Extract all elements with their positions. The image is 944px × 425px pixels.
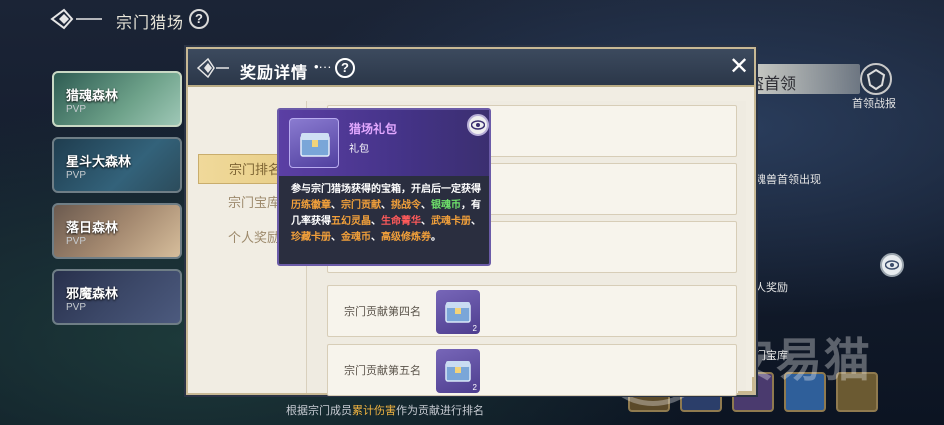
chest-icon	[289, 118, 339, 168]
dialog-title: 奖励详情	[240, 65, 309, 82]
description-segment: 武魂卡册	[431, 216, 471, 227]
item-type: 礼包	[349, 144, 369, 155]
description-segment: 、	[371, 232, 381, 243]
description-segment: 金魂币	[341, 232, 371, 243]
description-segment: 、	[381, 200, 391, 211]
eye-icon[interactable]	[467, 114, 489, 136]
map-tag: PVP	[66, 170, 87, 181]
list-item: 宗门贡献第四名 2	[327, 285, 737, 337]
chest-icon[interactable]: 2	[436, 349, 480, 393]
map-name: 星斗大森林	[66, 154, 132, 169]
description-segment: 、	[331, 232, 341, 243]
sect-emblem-icon	[50, 8, 102, 30]
description-segment: 挑战令	[391, 200, 421, 211]
map-card-xing-dou[interactable]: 星斗大森林 PVP	[52, 137, 182, 193]
description-segment: 、	[421, 200, 431, 211]
description-segment: 历练徽章	[291, 200, 331, 211]
list-item: 宗门贡献第五名 2	[327, 344, 737, 396]
boss-appear-text: 魂兽首领出现	[755, 174, 821, 186]
map-name: 猎魂森林	[66, 88, 119, 103]
description-segment: 宗门贡献	[341, 200, 381, 211]
item-name: 猎场礼包	[349, 122, 398, 136]
page-title: 宗门猎场	[116, 15, 185, 32]
ranking-note: 根据宗门成员累计伤害作为贡献进行排名	[286, 405, 484, 417]
item-description: 参与宗门猎场获得的宝箱，开启后一定获得历练徽章、宗门贡献、挑战令、银魂币，有几率…	[291, 182, 483, 246]
top-bar: 宗门猎场 ?	[0, 0, 944, 40]
boss-report-label[interactable]: 首领战报	[852, 95, 896, 111]
map-card-luo-ri[interactable]: 落日森林 PVP	[52, 203, 182, 259]
map-name: 邪魔森林	[66, 286, 119, 301]
description-segment: 。	[431, 232, 441, 243]
title-dots: •···	[314, 59, 332, 74]
description-segment: 参与宗门猎场获得的宝箱，开启后一定获得	[291, 184, 481, 195]
dialog-corner-decoration	[738, 377, 754, 393]
boss-report-icon[interactable]	[860, 63, 892, 95]
item-count: 2	[472, 383, 477, 392]
rank-label: 宗门贡献第五名	[344, 365, 421, 377]
game-screen: 宗门猎场 ? 猎魂森林 PVP 星斗大森林 PVP 落日森林 PVP 邪魔森林 …	[0, 0, 944, 425]
dialog-header: 奖励详情 •··· ? ✕	[188, 49, 754, 87]
personal-reward-label: 人奖励	[755, 282, 788, 294]
map-tag: PVP	[66, 302, 87, 313]
help-button[interactable]: ?	[189, 9, 209, 29]
map-card-xie-mo[interactable]: 邪魔森林 PVP	[52, 269, 182, 325]
boss-banner: 盗首领	[740, 64, 860, 94]
rank-label: 宗门贡献第四名	[344, 306, 421, 318]
description-segment: 五幻灵晶	[331, 216, 371, 227]
description-segment: 银魂币	[431, 200, 461, 211]
description-segment: 生命菁华	[381, 216, 421, 227]
map-name: 落日森林	[66, 220, 119, 235]
map-card-lie-hun[interactable]: 猎魂森林 PVP	[52, 71, 182, 127]
description-segment: 、	[471, 216, 481, 227]
map-tag: PVP	[66, 236, 87, 247]
description-segment: 、	[371, 216, 381, 227]
close-button[interactable]: ✕	[728, 55, 750, 79]
description-segment: 珍藏卡册	[291, 232, 331, 243]
eye-icon[interactable]	[880, 253, 904, 277]
dialog-help-button[interactable]: ?	[335, 58, 355, 78]
description-segment: 、	[331, 200, 341, 211]
dialog-emblem-icon	[196, 57, 229, 79]
chest-icon[interactable]: 2	[436, 290, 480, 334]
item-count: 2	[472, 324, 477, 333]
tooltip-header: 猎场礼包 礼包	[279, 110, 489, 176]
description-segment: 、	[421, 216, 431, 227]
item-tooltip: 猎场礼包 礼包 参与宗门猎场获得的宝箱，开启后一定获得历练徽章、宗门贡献、挑战令…	[277, 108, 491, 266]
description-segment: 高级修炼券	[381, 232, 431, 243]
map-tag: PVP	[66, 104, 87, 115]
